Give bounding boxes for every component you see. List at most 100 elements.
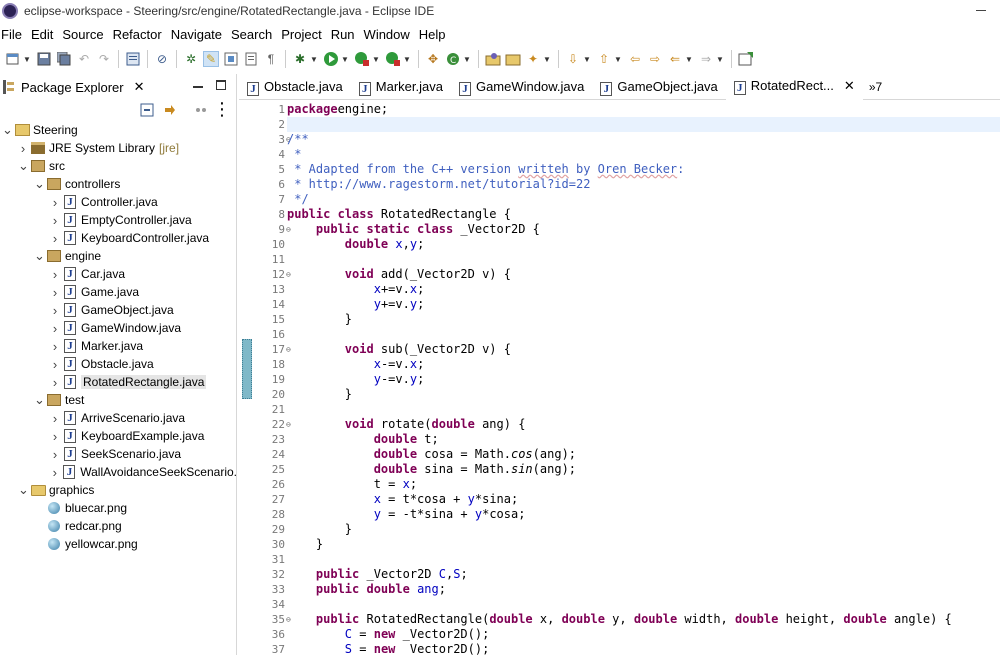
back-icon[interactable]: ⇨	[647, 51, 663, 67]
code-line[interactable]: C = new _Vector2D();	[287, 627, 1000, 642]
save-all-icon[interactable]	[56, 51, 72, 67]
tree-item[interactable]: › J ArriveScenario.java	[0, 409, 237, 427]
menu-edit[interactable]: Edit	[30, 27, 61, 42]
menu-project[interactable]: Project	[280, 27, 329, 42]
chevron-right-icon[interactable]: ›	[50, 303, 60, 318]
code-line[interactable]: double sina = Math.sin(ang);	[287, 462, 1000, 477]
tree-item[interactable]: › JRE System Library [jre]	[0, 139, 237, 157]
code-line[interactable]: */	[287, 192, 1000, 207]
code-line[interactable]: double t;	[287, 432, 1000, 447]
code-editor[interactable]: 1 2 3 ⊖ 4 5 6 7 8 9 ⊖ 10 11 12 ⊖ 13 14 15 16 17 ⊖ 18 19 20 21 22 ⊖…	[239, 102, 1000, 655]
search-icon[interactable]: ✦	[525, 51, 541, 67]
back-arrow-icon[interactable]: ⇐	[667, 51, 683, 67]
menu-source[interactable]: Source	[61, 27, 111, 42]
tree-item[interactable]: › J Obstacle.java	[0, 355, 237, 373]
chevron-right-icon[interactable]: ›	[50, 321, 60, 336]
chevron-down-icon[interactable]: ⌄	[34, 177, 45, 190]
link-with-editor-icon[interactable]	[162, 103, 178, 119]
tree-item[interactable]: › J GameObject.java	[0, 301, 237, 319]
code-line[interactable]: }	[287, 537, 1000, 552]
previous-annotation-dropdown-icon[interactable]: ▼	[614, 55, 622, 64]
tree-item[interactable]: › J WallAvoidanceSeekScenario.	[0, 463, 237, 481]
code-line[interactable]: * Adapted from the C++ version writteh b…	[287, 162, 1000, 177]
chevron-down-icon[interactable]: ⌄	[34, 393, 45, 406]
code-line[interactable]: }	[287, 387, 1000, 402]
tree-item[interactable]: ⌄ test	[0, 391, 237, 409]
mark-occurrences-icon[interactable]: ✎	[203, 51, 219, 67]
editor-tab[interactable]: J RotatedRect... ✕	[725, 73, 863, 100]
tree-item[interactable]: › J Car.java	[0, 265, 237, 283]
code-line[interactable]	[287, 252, 1000, 267]
previous-annotation-icon[interactable]: ⇧	[596, 51, 612, 67]
chevron-down-icon[interactable]: ⌄	[18, 159, 29, 172]
chevron-right-icon[interactable]: ›	[50, 357, 60, 372]
tree-item[interactable]: › J KeyboardController.java	[0, 229, 237, 247]
chevron-right-icon[interactable]: ›	[50, 231, 60, 246]
coverage-dropdown-icon[interactable]: ▼	[372, 55, 380, 64]
chevron-right-icon[interactable]: ›	[50, 447, 60, 462]
minimize-view-icon[interactable]	[193, 86, 203, 88]
code-line[interactable]	[287, 552, 1000, 567]
tree-item[interactable]: › J Controller.java	[0, 193, 237, 211]
redo-icon[interactable]: ↷	[96, 51, 112, 67]
chevron-right-icon[interactable]: ›	[50, 195, 60, 210]
menu-help[interactable]: Help	[418, 27, 454, 42]
tree-item[interactable]: ⌄ engine	[0, 247, 237, 265]
code-line[interactable]	[287, 117, 1000, 132]
search-dropdown-icon[interactable]: ▼	[543, 55, 551, 64]
editor-tab[interactable]: J Marker.java	[351, 74, 451, 100]
code-line[interactable]: }	[287, 312, 1000, 327]
code-line[interactable]: public double ang;	[287, 582, 1000, 597]
block-selection-icon[interactable]	[223, 51, 239, 67]
forward-dropdown-icon[interactable]: ▼	[716, 55, 724, 64]
new-class-icon[interactable]: C	[445, 51, 461, 67]
chevron-right-icon[interactable]: ›	[18, 141, 28, 156]
code-line[interactable]: public static class _Vector2D {	[287, 222, 1000, 237]
tree-item[interactable]: › J Game.java	[0, 283, 237, 301]
tree-item[interactable]: yellowcar.png	[0, 535, 237, 553]
chevron-right-icon[interactable]: ›	[50, 267, 60, 282]
code-line[interactable]: *	[287, 147, 1000, 162]
code-line[interactable]: y = -t*sina + y*cosa;	[287, 507, 1000, 522]
maximize-view-icon[interactable]	[216, 80, 226, 90]
tree-item[interactable]: bluecar.png	[0, 499, 237, 517]
run-icon[interactable]	[323, 51, 339, 67]
tree-item[interactable]: › J Marker.java	[0, 337, 237, 355]
external-tools-icon[interactable]	[385, 51, 401, 67]
new-icon[interactable]	[5, 51, 21, 67]
tree-item[interactable]: › J GameWindow.java	[0, 319, 237, 337]
chevron-right-icon[interactable]: ›	[50, 465, 60, 480]
chevron-right-icon[interactable]: ›	[50, 339, 60, 354]
next-annotation-icon[interactable]: ⇩	[565, 51, 581, 67]
tree-item[interactable]: ⌄ src	[0, 157, 237, 175]
tree-item[interactable]: › J EmptyController.java	[0, 211, 237, 229]
code-line[interactable]: /**	[287, 132, 1000, 147]
skip-breakpoints-icon[interactable]: ⊘	[154, 51, 170, 67]
open-folder-icon[interactable]	[505, 51, 521, 67]
code-line[interactable]: S = new _Vector2D();	[287, 642, 1000, 655]
chevron-right-icon[interactable]: ›	[50, 411, 60, 426]
toggle-breadcrumb-icon[interactable]: ✲	[183, 51, 199, 67]
last-edit-location-icon[interactable]: ⇦	[627, 51, 643, 67]
undo-icon[interactable]: ↶	[76, 51, 92, 67]
close-icon[interactable]: ✕	[134, 79, 145, 95]
code-line[interactable]: x = t*cosa + y*sina;	[287, 492, 1000, 507]
close-icon[interactable]: ✕	[844, 78, 855, 94]
tree-item[interactable]: › J SeekScenario.java	[0, 445, 237, 463]
code-line[interactable]: x+=v.x;	[287, 282, 1000, 297]
code-text[interactable]: packageengine; /** * * Adapted from the C…	[287, 102, 1000, 655]
more-tabs-button[interactable]: »7	[869, 80, 882, 94]
pin-editor-icon[interactable]	[738, 51, 754, 67]
tree-item[interactable]: ⌄ controllers	[0, 175, 237, 193]
collapse-all-icon[interactable]	[139, 103, 155, 119]
code-line[interactable]: void sub(_Vector2D v) {	[287, 342, 1000, 357]
run-dropdown-icon[interactable]: ▼	[341, 55, 349, 64]
menu-navigate[interactable]: Navigate	[170, 27, 230, 42]
next-annotation-dropdown-icon[interactable]: ▼	[583, 55, 591, 64]
chevron-right-icon[interactable]: ›	[50, 429, 60, 444]
minimize-window-button[interactable]	[976, 10, 986, 11]
code-line[interactable]: double x,y;	[287, 237, 1000, 252]
tree-item[interactable]: › J KeyboardExample.java	[0, 427, 237, 445]
code-line[interactable]: void add(_Vector2D v) {	[287, 267, 1000, 282]
menu-file[interactable]: File	[0, 27, 30, 42]
